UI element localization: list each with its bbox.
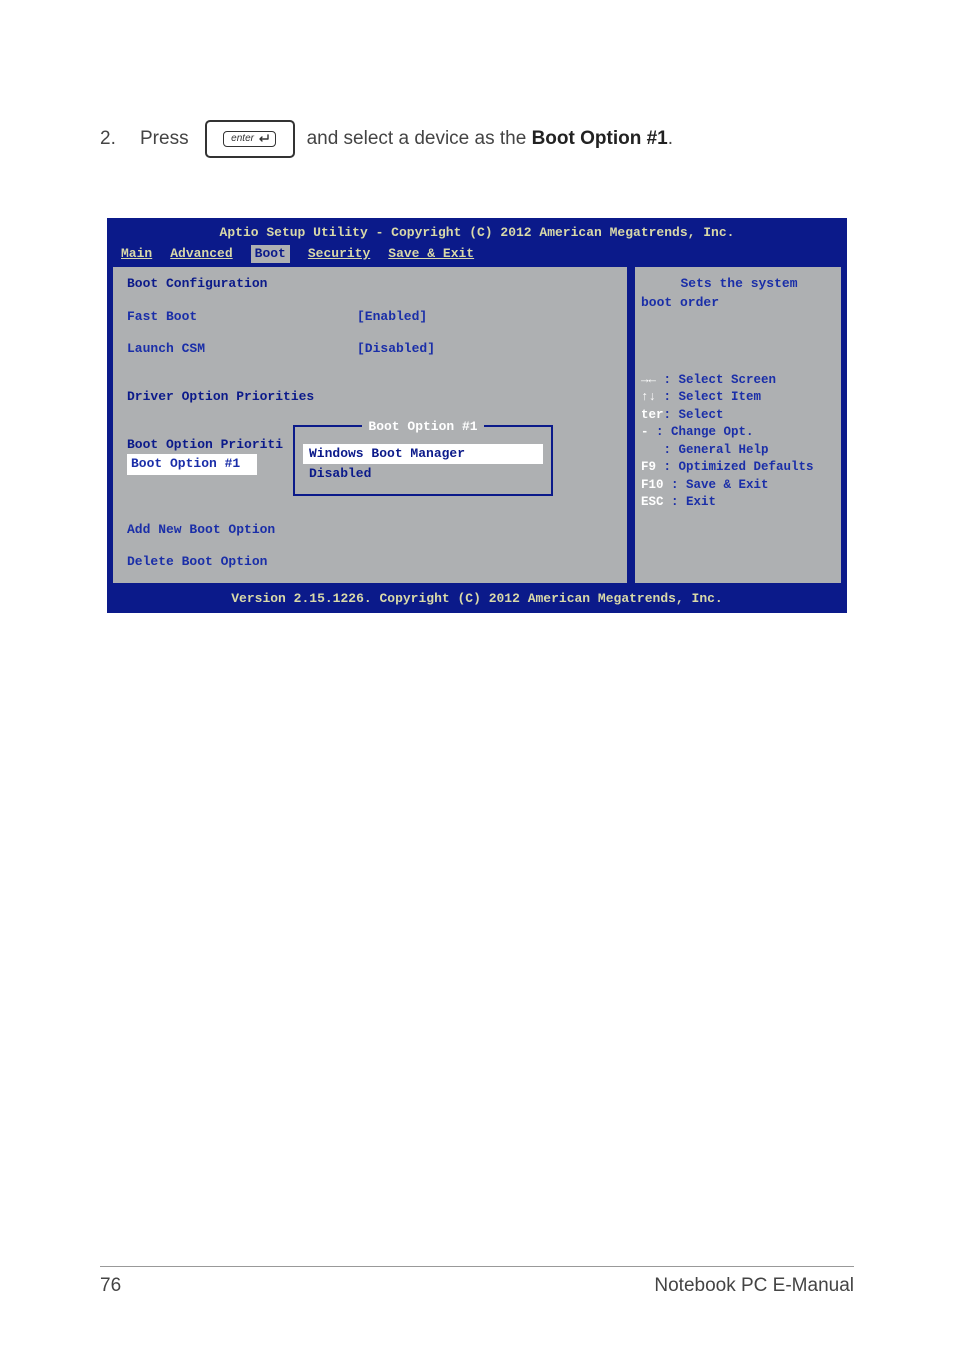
step-tail-text: and select a device as the Boot Option #… (307, 128, 673, 150)
key-select: ter: Select (641, 407, 837, 425)
bios-screenshot: Aptio Setup Utility - Copyright (C) 2012… (107, 218, 847, 613)
bios-footer: Version 2.15.1226. Copyright (C) 2012 Am… (107, 587, 847, 613)
popup-option-disabled[interactable]: Disabled (303, 464, 543, 484)
key-legend: →← : Select Screen ↑↓ : Select Item ter:… (641, 372, 837, 512)
tab-advanced[interactable]: Advanced (170, 245, 232, 263)
bios-tab-bar: Main Advanced Boot Security Save & Exit (119, 242, 835, 263)
tab-save-exit[interactable]: Save & Exit (388, 245, 474, 263)
step-press-text: Press (140, 128, 189, 150)
manual-title: Notebook PC E-Manual (654, 1275, 854, 1297)
key-save-exit: F10 : Save & Exit (641, 477, 837, 495)
key-change-opt: - : Change Opt. (641, 424, 837, 442)
page-number: 76 (100, 1275, 121, 1297)
bios-body: Boot Configuration Fast Boot [Enabled] L… (107, 263, 847, 587)
tab-boot[interactable]: Boot (251, 245, 290, 263)
instruction-step: 2. Press enter and select a device as th… (100, 120, 854, 158)
fast-boot-row[interactable]: Fast Boot [Enabled] (127, 308, 613, 326)
bios-right-pane: Sets the system boot order →← : Select S… (633, 265, 843, 585)
bios-header: Aptio Setup Utility - Copyright (C) 2012… (107, 218, 847, 263)
tab-security[interactable]: Security (308, 245, 370, 263)
help-text-line2: boot order (641, 294, 837, 312)
enter-arrow-icon (256, 134, 270, 144)
enter-key-label: enter (223, 131, 276, 147)
help-text-line1: Sets the system (641, 275, 837, 293)
bios-title: Aptio Setup Utility - Copyright (C) 2012… (119, 224, 835, 242)
key-general-help: : General Help (641, 442, 837, 460)
step-number: 2. (100, 128, 140, 150)
add-new-boot-option[interactable]: Add New Boot Option (127, 521, 613, 539)
key-select-item: ↑↓ : Select Item (641, 389, 837, 407)
popup-title: Boot Option #1 (362, 419, 483, 434)
fast-boot-label: Fast Boot (127, 308, 357, 326)
enter-key-illustration: enter (205, 120, 295, 158)
tab-main[interactable]: Main (121, 245, 152, 263)
launch-csm-label: Launch CSM (127, 340, 357, 358)
fast-boot-value: [Enabled] (357, 308, 427, 326)
boot-option-bold: Boot Option #1 (532, 128, 668, 149)
key-exit: ESC : Exit (641, 494, 837, 512)
popup-selected-option[interactable]: Windows Boot Manager (303, 444, 543, 464)
page-footer: 76 Notebook PC E-Manual (0, 1266, 954, 1297)
boot-option-1-label: Boot Option #1 (127, 454, 257, 474)
launch-csm-row[interactable]: Launch CSM [Disabled] (127, 340, 613, 358)
key-optimized-defaults: F9 : Optimized Defaults (641, 459, 837, 477)
driver-option-priorities-heading: Driver Option Priorities (127, 388, 613, 406)
boot-configuration-heading: Boot Configuration (127, 275, 613, 293)
bios-left-pane: Boot Configuration Fast Boot [Enabled] L… (111, 265, 629, 585)
key-select-screen: →← : Select Screen (641, 372, 837, 390)
boot-option-popup: Boot Option #1 Windows Boot Manager Disa… (293, 425, 553, 496)
delete-boot-option[interactable]: Delete Boot Option (127, 553, 613, 571)
launch-csm-value: [Disabled] (357, 340, 435, 358)
